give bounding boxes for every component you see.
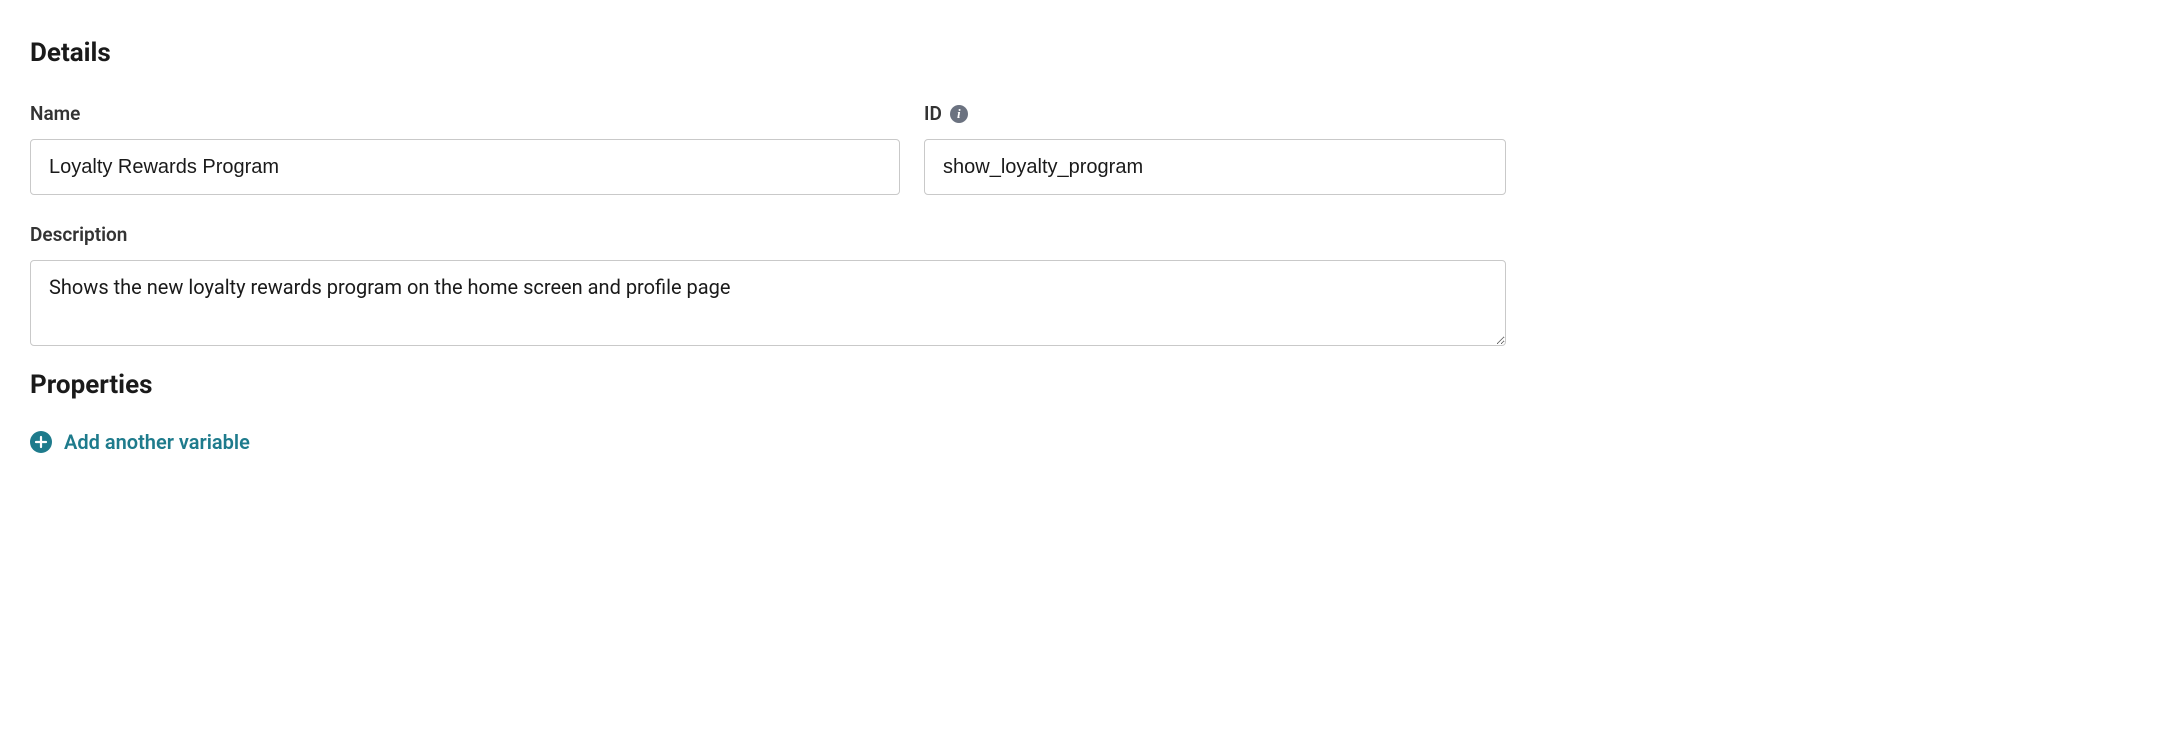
name-group: Name xyxy=(30,102,900,195)
add-variable-label: Add another variable xyxy=(64,430,250,454)
name-input[interactable] xyxy=(30,139,900,195)
add-variable-button[interactable]: Add another variable xyxy=(30,430,250,454)
description-label: Description xyxy=(30,223,127,246)
name-label: Name xyxy=(30,102,80,125)
info-icon[interactable]: i xyxy=(950,105,968,123)
id-group: ID i xyxy=(924,102,1506,195)
name-id-row: Name ID i xyxy=(30,102,2130,195)
description-input[interactable] xyxy=(30,260,1506,346)
plus-circle-icon xyxy=(30,431,52,453)
id-input[interactable] xyxy=(924,139,1506,195)
id-label: ID xyxy=(924,102,942,125)
name-label-row: Name xyxy=(30,102,900,125)
description-label-row: Description xyxy=(30,223,1506,246)
details-heading: Details xyxy=(30,38,2130,68)
properties-heading: Properties xyxy=(30,370,2130,400)
description-group: Description xyxy=(30,223,1506,346)
id-label-row: ID i xyxy=(924,102,1506,125)
